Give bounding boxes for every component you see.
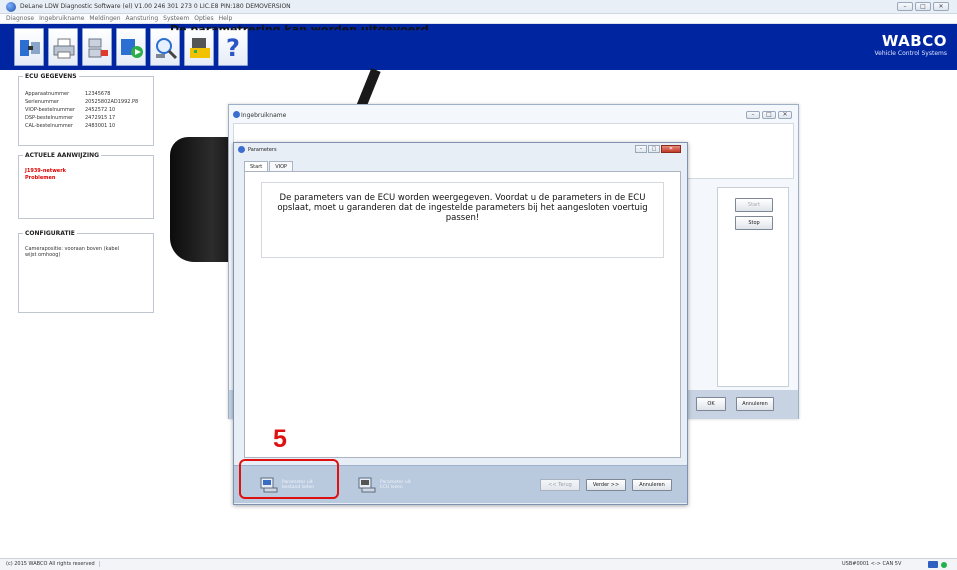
parameter-load-button[interactable] <box>116 28 146 66</box>
ecu-transfer-icon <box>88 38 108 58</box>
print-icon <box>53 38 75 59</box>
menu-aansturing[interactable]: Aansturing <box>126 14 159 23</box>
connection-ok-icon <box>941 562 947 568</box>
ecu-row: VIOP-bestelnummer 2452572 10 <box>25 107 116 113</box>
tab-start[interactable]: Start <box>244 161 269 171</box>
stop-button[interactable]: Stop <box>735 216 773 230</box>
minimize-button[interactable]: – <box>635 145 647 153</box>
current-messages-panel: ACTUELE AANWIJZING J1939-netwerk Problem… <box>18 152 154 219</box>
diagnosis-search-button[interactable] <box>150 28 180 66</box>
minimize-button[interactable]: – <box>897 2 913 11</box>
ecu-chip-button[interactable] <box>184 28 214 66</box>
menu-systeem[interactable]: Systeem <box>163 14 189 23</box>
brand-name: WABCO <box>881 32 947 50</box>
dialog-icon <box>238 146 245 153</box>
message-box: De parameters van de ECU worden weergege… <box>261 182 664 258</box>
ecu-connect-icon <box>20 40 40 56</box>
usb-connection-icon <box>928 561 938 568</box>
ecu-info-panel: ECU GEGEVENS Apparaatnummer 12345678 Seri… <box>18 73 154 146</box>
back-button[interactable]: << Terug <box>540 479 580 491</box>
wabco-logo: WABCO Vehicle Control Systems <box>875 32 947 57</box>
copyright-text: (c) 2015 WABCO All rights reserved <box>6 561 100 567</box>
ecu-connect-button[interactable] <box>14 28 44 66</box>
commissioning-cancel-button[interactable]: Annuleren <box>736 397 774 411</box>
title-bar: DeLane LDW Diagnostic Software (el) V1.0… <box>0 0 957 14</box>
dialog-controls: – □ ✕ <box>635 145 681 153</box>
maximize-button[interactable]: □ <box>915 2 931 11</box>
ok-button[interactable]: OK <box>696 397 726 411</box>
menu-bar: Diagnose Ingebruikname Meldingen Aanstur… <box>0 14 957 24</box>
ecu-row: Serienummer 20525802AD1992.P8 <box>25 99 139 105</box>
warning-line: J1939-netwerk <box>25 168 66 174</box>
ecu-panel-header: ECU GEGEVENS <box>23 73 79 80</box>
parameter-load-icon <box>121 39 143 58</box>
print-button[interactable] <box>48 28 78 66</box>
maximize-button[interactable]: □ <box>648 145 660 153</box>
menu-diagnose[interactable]: Diagnose <box>6 14 34 23</box>
menu-meldingen[interactable]: Meldingen <box>89 14 120 23</box>
dialog-cancel-button[interactable]: Annuleren <box>632 479 672 491</box>
ecu-row: CAL-bestelnummer 2483001 10 <box>25 123 116 129</box>
maximize-button[interactable]: □ <box>762 111 776 119</box>
config-text: Camerapositie: vooraan boven (kabel wijs… <box>25 246 120 258</box>
help-icon: ? <box>226 34 240 62</box>
read-from-ecu-label: Parameter uit ECU lezen <box>380 480 411 490</box>
parameters-title: Parameters <box>248 147 277 153</box>
commissioning-title: Ingebruikname <box>241 112 287 119</box>
menu-help[interactable]: Help <box>219 14 233 23</box>
callout-number: 5 <box>273 425 287 453</box>
ecu-row: DSP-bestelnummer 2472915 17 <box>25 115 116 121</box>
dialog-tabs: Start VIOP <box>244 161 294 171</box>
commissioning-window-controls: – □ ✕ <box>746 111 792 119</box>
window-controls: – □ ✕ <box>897 2 949 11</box>
close-button[interactable]: ✕ <box>661 145 681 153</box>
toolbar: ? WABCO Vehicle Control Systems <box>0 24 957 70</box>
brand-tagline: Vehicle Control Systems <box>874 50 947 57</box>
ecu-row: Apparaatnummer 12345678 <box>25 91 111 97</box>
ecu-read-icon <box>358 477 376 493</box>
parameters-message: De parameters van de ECU worden weergege… <box>277 193 648 223</box>
messages-panel-header: ACTUELE AANWIJZING <box>23 152 102 159</box>
tab-viop[interactable]: VIOP <box>269 161 294 171</box>
connection-status: USB#0001 <-> CAN 5V <box>842 561 902 567</box>
menu-opties[interactable]: Opties <box>194 14 213 23</box>
commissioning-side-panel: Start Stop <box>717 187 789 387</box>
highlight-frame <box>239 459 339 499</box>
configuration-panel: CONFIGURATIE Camerapositie: vooraan bove… <box>18 230 154 313</box>
help-button[interactable]: ? <box>218 28 248 66</box>
status-bar: (c) 2015 WABCO All rights reserved USB#0… <box>0 558 957 570</box>
menu-ingebruikname[interactable]: Ingebruikname <box>39 14 84 23</box>
start-button[interactable]: Start <box>735 198 773 212</box>
close-button[interactable]: ✕ <box>778 111 792 119</box>
tab-content: De parameters van de ECU worden weergege… <box>244 171 681 458</box>
config-panel-header: CONFIGURATIE <box>23 230 77 237</box>
next-button[interactable]: Verder >> <box>586 479 626 491</box>
read-from-ecu-button[interactable]: Parameter uit ECU lezen <box>358 474 418 496</box>
parameters-dialog: Parameters – □ ✕ Start VIOP De parameter… <box>233 142 688 505</box>
ecu-transfer-button[interactable] <box>82 28 112 66</box>
window-icon <box>233 111 240 118</box>
warning-line: Problemen <box>25 175 56 181</box>
minimize-button[interactable]: – <box>746 111 760 119</box>
diagnosis-search-icon <box>156 38 178 60</box>
ecu-chip-icon <box>190 38 210 58</box>
window-title: DeLane LDW Diagnostic Software (el) V1.0… <box>20 3 291 10</box>
close-button[interactable]: ✕ <box>933 2 949 11</box>
app-icon <box>6 2 16 12</box>
